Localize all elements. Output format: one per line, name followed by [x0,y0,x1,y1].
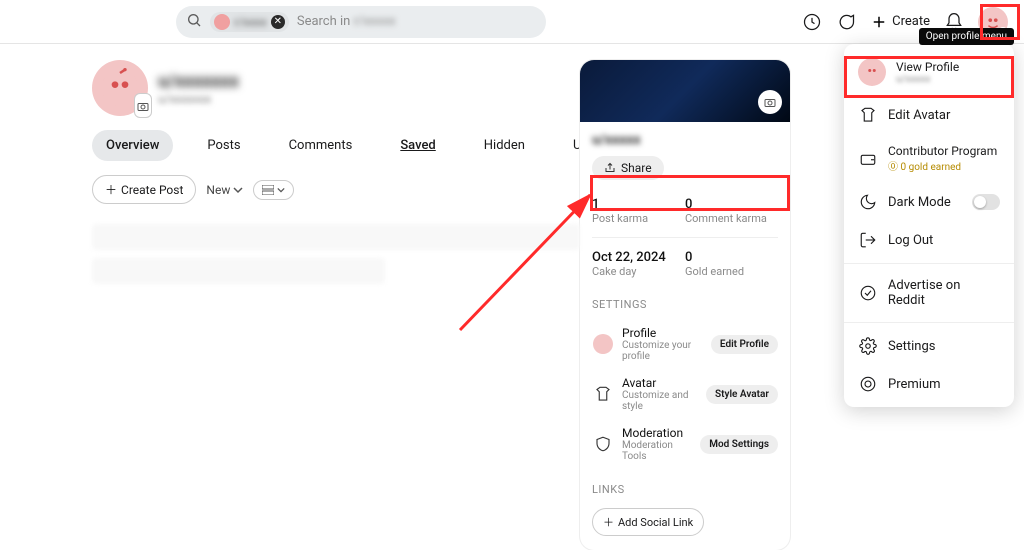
feed-placeholder [92,224,580,250]
cake-day-label: Cake day [592,265,685,278]
mod-settings-button[interactable]: Mod Settings [700,435,778,454]
search-placeholder: Search in r/xxxxx [297,14,396,29]
menu-log-out[interactable]: Log Out [844,221,1014,259]
add-social-link-button[interactable]: ＋ Add Social Link [592,508,704,536]
wallet-icon [858,150,878,168]
profile-menu-tooltip: Open profile menu [919,28,1014,45]
profile-picture[interactable] [92,60,148,116]
search-bar[interactable]: r/xxxx ✕ Search in r/xxxxx [176,6,546,38]
dark-mode-toggle[interactable] [972,194,1000,210]
profile-banner [580,60,790,122]
camera-icon[interactable] [134,93,152,118]
post-karma-value: 1 [592,197,685,212]
cake-day-value: Oct 22, 2024 [592,250,685,265]
create-label: Create [892,14,930,29]
menu-premium[interactable]: Premium [844,365,1014,403]
logout-icon [858,231,878,249]
edit-profile-button[interactable]: Edit Profile [711,335,778,354]
chip-label: r/xxxx [234,15,267,29]
username: u/xxxxxxx [158,71,239,92]
settings-profile-row: ProfileCustomize your profile Edit Profi… [592,319,778,369]
profile-header: u/xxxxxxx u/xxxxxxx [92,60,580,116]
menu-view-profile[interactable]: View Profileu/xxxxx [844,48,1014,96]
gear-icon [858,337,878,355]
megaphone-icon [858,284,878,302]
top-header: r/xxxx ✕ Search in r/xxxxx Create [0,0,1024,44]
tab-comments[interactable]: Comments [275,130,367,161]
post-karma-label: Post karma [592,212,685,225]
comment-karma-label: Comment karma [685,212,778,225]
settings-mod-row: ModerationModeration Tools Mod Settings [592,419,778,469]
shield-icon [592,433,614,455]
tab-overview[interactable]: Overview [92,130,173,161]
chip-close-icon[interactable]: ✕ [271,15,285,29]
profile-icon [592,333,614,355]
style-avatar-button[interactable]: Style Avatar [706,385,778,404]
banner-camera-icon[interactable] [758,90,782,114]
gold-label: Gold earned [685,265,778,278]
menu-avatar-icon [858,58,886,86]
gold-value: 0 [685,250,778,265]
profile-menu: Open profile menu View Profileu/xxxxx Ed… [844,44,1014,407]
links-section-title: LINKS [592,483,778,496]
tab-saved[interactable]: Saved [386,130,449,161]
user-handle: u/xxxxxxx [158,92,239,106]
card-username: u/xxxxx [592,132,778,148]
menu-contributor[interactable]: Contributor Program⓪ 0 gold earned [844,134,1014,183]
shirt-icon [858,106,878,124]
menu-dark-mode[interactable]: Dark Mode [844,183,1014,221]
chat-icon[interactable] [836,12,856,32]
comment-karma-value: 0 [685,197,778,212]
settings-avatar-row: AvatarCustomize and style Style Avatar [592,369,778,419]
moon-icon [858,193,878,211]
tab-hidden[interactable]: Hidden [470,130,539,161]
menu-settings[interactable]: Settings [844,327,1014,365]
search-icon [186,12,202,32]
sort-new[interactable]: New [206,183,243,197]
share-button[interactable]: Share [592,156,664,180]
profile-tabs: Overview Posts Comments Saved Hidden Upv… [92,130,580,161]
search-chip[interactable]: r/xxxx ✕ [210,12,289,32]
view-mode[interactable] [253,180,294,200]
menu-edit-avatar[interactable]: Edit Avatar [844,96,1014,134]
settings-section-title: SETTINGS [592,298,778,311]
chip-avatar-icon [214,14,230,30]
premium-icon [858,375,878,393]
tab-posts[interactable]: Posts [193,130,254,161]
create-post-button[interactable]: ＋ Create Post [92,175,196,204]
profile-card: u/xxxxx Share 1Post karma 0Comment karma… [580,60,790,550]
feed-placeholder [92,258,385,284]
menu-advertise[interactable]: Advertise on Reddit [844,268,1014,318]
karma-stats: 1Post karma 0Comment karma [592,190,778,231]
shirt-icon [592,383,614,405]
ads-icon[interactable] [802,12,822,32]
